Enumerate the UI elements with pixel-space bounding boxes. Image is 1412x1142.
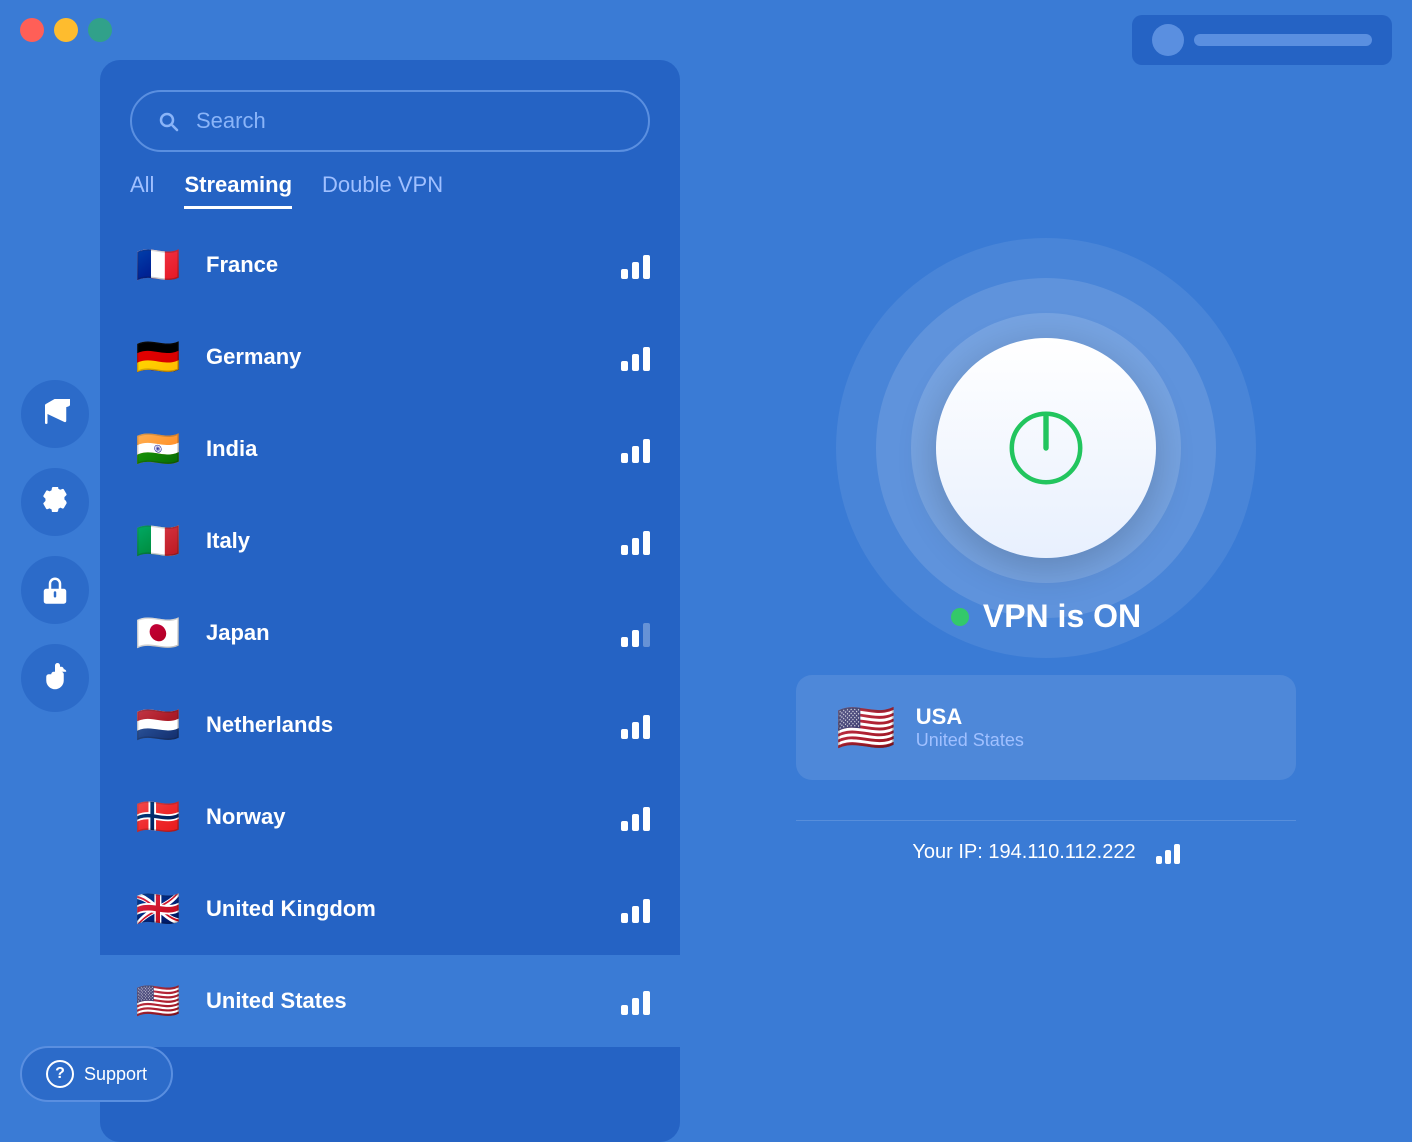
lock-icon — [40, 575, 70, 605]
flag-icon: 🇫🇷 — [130, 237, 186, 293]
signal-bars — [621, 803, 650, 831]
flag-icon: 🇬🇧 — [130, 881, 186, 937]
signal-bars — [621, 435, 650, 463]
hand-icon — [40, 663, 70, 693]
search-bar[interactable] — [130, 90, 650, 152]
sidebar-item-block[interactable] — [21, 644, 89, 712]
signal-bars — [621, 343, 650, 371]
flag-icon: 🇩🇪 — [130, 329, 186, 385]
tab-all[interactable]: All — [130, 172, 154, 209]
country-name: France — [206, 252, 621, 278]
support-label: Support — [84, 1064, 147, 1085]
signal-bars — [621, 251, 650, 279]
minimize-button[interactable] — [54, 18, 78, 42]
country-name: Japan — [206, 620, 621, 646]
signal-bars — [621, 987, 650, 1015]
flag-icon: 🇮🇹 — [130, 513, 186, 569]
country-item-norway[interactable]: 🇳🇴 Norway — [100, 771, 680, 863]
country-item-japan[interactable]: 🇯🇵 Japan — [100, 587, 680, 679]
flag-icon: 🇳🇱 — [130, 697, 186, 753]
tab-double-vpn[interactable]: Double VPN — [322, 172, 443, 209]
location-country-name: United States — [916, 730, 1256, 751]
power-button[interactable] — [936, 338, 1156, 558]
flag-icon: 🇯🇵 — [130, 605, 186, 661]
traffic-lights — [20, 18, 112, 42]
main-area: VPN is ON 🇺🇸 USA United States Your IP: … — [680, 60, 1412, 1142]
country-name: United States — [206, 988, 621, 1014]
sidebar-item-flag[interactable] — [21, 380, 89, 448]
user-avatar-icon — [1152, 24, 1184, 56]
flag-icon: 🇳🇴 — [130, 789, 186, 845]
signal-bars — [621, 711, 650, 739]
flag-icon — [40, 399, 70, 429]
country-item-united-states[interactable]: 🇺🇸 United States — [100, 955, 680, 1047]
user-account-button[interactable] — [1132, 15, 1392, 65]
sidebar-item-settings[interactable] — [21, 468, 89, 536]
ip-bar-3 — [1174, 844, 1180, 864]
help-icon: ? — [46, 1060, 74, 1088]
sidebar — [0, 60, 110, 1142]
country-item-france[interactable]: 🇫🇷 France — [100, 219, 680, 311]
country-item-india[interactable]: 🇮🇳 India — [100, 403, 680, 495]
flag-icon: 🇺🇸 — [130, 973, 186, 1029]
ip-bar-2 — [1165, 850, 1171, 864]
country-list: 🇫🇷 France 🇩🇪 Germany 🇮🇳 India 🇮🇹 Italy 🇯🇵 Japan 🇳🇱… — [100, 219, 680, 1142]
title-bar — [0, 0, 1412, 60]
user-info-text — [1194, 34, 1372, 46]
signal-bars — [621, 527, 650, 555]
power-icon — [1001, 403, 1091, 493]
settings-icon — [40, 487, 70, 517]
tab-streaming[interactable]: Streaming — [184, 172, 292, 209]
country-panel: All Streaming Double VPN 🇫🇷 France 🇩🇪 Germa… — [100, 60, 680, 1142]
country-name: United Kingdom — [206, 896, 621, 922]
country-item-italy[interactable]: 🇮🇹 Italy — [100, 495, 680, 587]
location-card[interactable]: 🇺🇸 USA United States — [796, 675, 1296, 780]
support-button[interactable]: ? Support — [20, 1046, 173, 1102]
ip-label: Your IP: 194.110.112.222 — [912, 841, 1135, 864]
country-item-netherlands[interactable]: 🇳🇱 Netherlands — [100, 679, 680, 771]
flag-icon: 🇮🇳 — [130, 421, 186, 477]
country-name: Norway — [206, 804, 621, 830]
ip-bar-1 — [1156, 856, 1162, 864]
location-flag-icon: 🇺🇸 — [836, 699, 896, 756]
tabs-bar: All Streaming Double VPN — [100, 172, 680, 209]
country-item-united-kingdom[interactable]: 🇬🇧 United Kingdom — [100, 863, 680, 955]
country-name: Italy — [206, 528, 621, 554]
location-country-code: USA — [916, 704, 1256, 730]
country-item-germany[interactable]: 🇩🇪 Germany — [100, 311, 680, 403]
power-container — [936, 338, 1156, 558]
country-name: India — [206, 436, 621, 462]
signal-bars — [621, 895, 650, 923]
country-name: Netherlands — [206, 712, 621, 738]
ip-row: Your IP: 194.110.112.222 — [796, 820, 1296, 864]
location-info: USA United States — [916, 704, 1256, 751]
search-icon — [156, 109, 180, 133]
signal-bars — [621, 619, 650, 647]
search-input[interactable] — [196, 108, 624, 134]
sidebar-item-privacy[interactable] — [21, 556, 89, 624]
maximize-button[interactable] — [88, 18, 112, 42]
country-name: Germany — [206, 344, 621, 370]
ip-signal-icon — [1156, 842, 1180, 864]
close-button[interactable] — [20, 18, 44, 42]
